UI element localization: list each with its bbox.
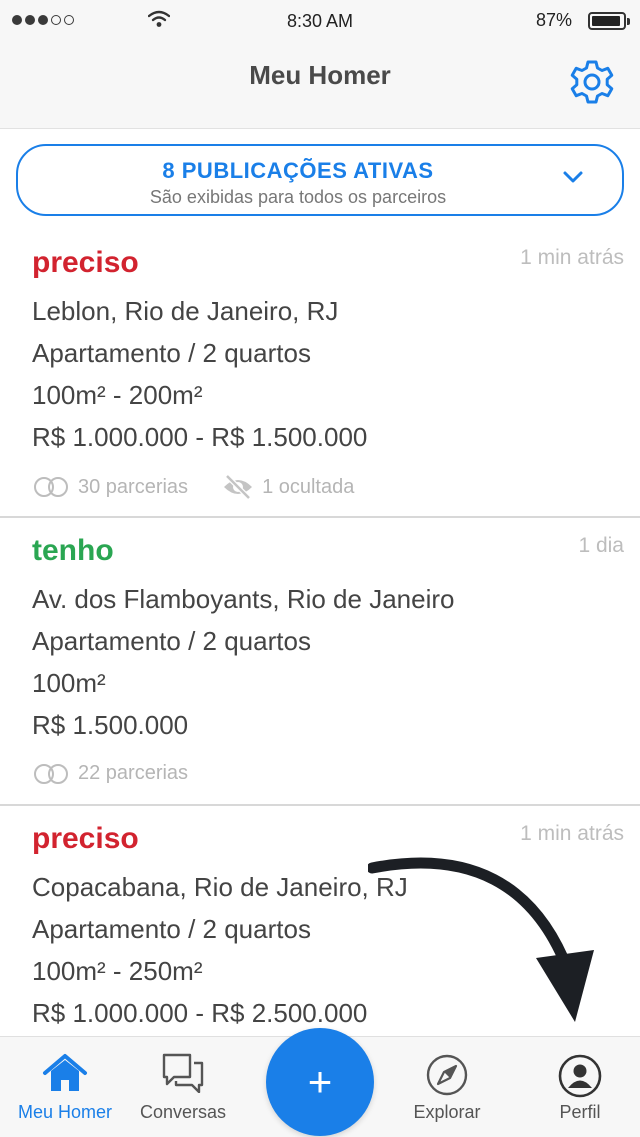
post-card[interactable]: preciso 1 min atrás Leblon, Rio de Janei… (0, 230, 640, 518)
partnerships-icon (34, 477, 68, 497)
post-price: R$ 1.500.000 (32, 710, 189, 740)
post-area: 100m² (32, 668, 106, 698)
post-location: Leblon, Rio de Janeiro, RJ (32, 296, 339, 326)
partnerships-count: 22 parcerias (78, 762, 189, 784)
partnerships-icon (34, 763, 68, 784)
battery-icon (588, 12, 630, 30)
post-card[interactable]: preciso 1 min atrás Copacabana, Rio de J… (0, 806, 640, 1036)
post-card[interactable]: tenho 1 dia Av. dos Flamboyants, Rio de … (0, 518, 640, 806)
post-property: Apartamento / 2 quartos (32, 338, 311, 368)
tab-home-label: Meu Homer (17, 1102, 113, 1122)
active-publications-title: 8 PUBLICAÇÕES ATIVAS (162, 158, 434, 183)
post-meta: 22 parcerias (32, 762, 222, 785)
page-title: Meu Homer (249, 60, 391, 90)
chevron-down-icon (563, 171, 583, 183)
post-area: 100m² - 200m² (32, 380, 203, 410)
post-time: 1 min atrás (520, 822, 624, 845)
post-property: Apartamento / 2 quartos (32, 914, 311, 944)
post-time: 1 dia (578, 534, 624, 557)
settings-button[interactable] (568, 58, 616, 106)
publications-feed[interactable]: preciso 1 min atrás Leblon, Rio de Janei… (0, 230, 640, 1036)
post-meta: 30 parcerias 1 ocultada (32, 474, 388, 500)
tab-profile-label: Perfil (559, 1102, 601, 1122)
post-location: Copacabana, Rio de Janeiro, RJ (32, 872, 408, 902)
tab-chats-label: Conversas (139, 1102, 227, 1122)
partnerships-count: 30 parcerias (78, 475, 189, 498)
post-price: R$ 1.000.000 - R$ 2.500.000 (32, 998, 368, 1028)
user-profile-icon (558, 1054, 602, 1098)
gear-icon (570, 60, 614, 104)
plus-icon: + (307, 1058, 333, 1105)
post-price: R$ 1.000.000 - R$ 1.500.000 (32, 422, 368, 452)
tab-profile[interactable]: Perfil (515, 1037, 640, 1137)
status-bar: 8:30 AM 87% (0, 0, 640, 42)
navigation-bar: Meu Homer (0, 42, 640, 129)
post-location: Av. dos Flamboyants, Rio de Janeiro (32, 584, 455, 614)
compass-icon (426, 1054, 468, 1096)
tab-explore[interactable]: Explorar (382, 1037, 512, 1137)
tab-explore-label: Explorar (413, 1102, 481, 1122)
chat-bubbles-icon (162, 1053, 204, 1093)
post-area: 100m² - 250m² (32, 956, 203, 986)
post-property: Apartamento / 2 quartos (32, 626, 311, 656)
post-type: preciso (32, 246, 139, 279)
active-publications-dropdown[interactable]: 8 PUBLICAÇÕES ATIVAS São exibidas para t… (16, 144, 624, 216)
active-publications-subtitle: São exibidas para todos os parceiros (149, 187, 447, 207)
post-time: 1 min atrás (520, 246, 624, 269)
eye-off-icon (224, 474, 253, 500)
post-type: tenho (32, 534, 114, 567)
tab-chats[interactable]: Conversas (118, 1037, 248, 1137)
add-publication-button[interactable]: + (266, 1028, 374, 1136)
hidden-count: 1 ocultada (262, 475, 355, 498)
post-type: preciso (32, 822, 139, 855)
home-icon (43, 1054, 87, 1091)
tab-home[interactable]: Meu Homer (0, 1037, 130, 1137)
battery-percentage: 87% (535, 10, 572, 30)
